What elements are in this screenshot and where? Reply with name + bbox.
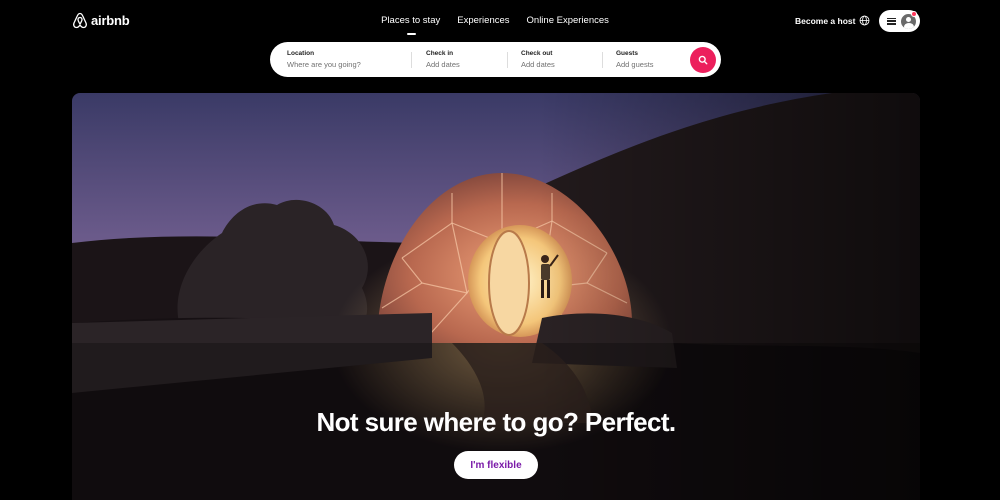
notification-dot xyxy=(911,11,917,17)
guests-input[interactable]: Add guests xyxy=(616,60,696,69)
location-field[interactable]: Location Where are you going? xyxy=(287,42,437,77)
hero-photo-dome-tent xyxy=(72,93,920,500)
check-in-field[interactable]: Check in Add dates xyxy=(426,42,511,77)
search-button[interactable] xyxy=(690,47,716,73)
search-divider xyxy=(507,52,508,68)
check-out-field[interactable]: Check out Add dates xyxy=(521,42,606,77)
search-divider xyxy=(602,52,603,68)
im-flexible-button[interactable]: I'm flexible xyxy=(454,451,538,479)
search-bar: Location Where are you going? Check in A… xyxy=(270,42,721,77)
hero-banner: Not sure where to go? Perfect. I'm flexi… xyxy=(72,93,920,500)
nav-online-experiences[interactable]: Online Experiences xyxy=(527,15,609,32)
globe-icon[interactable] xyxy=(859,15,870,26)
guests-label: Guests xyxy=(616,50,639,57)
hero-headline: Not sure where to go? Perfect. xyxy=(316,407,676,437)
location-label: Location xyxy=(287,50,315,57)
search-divider xyxy=(411,52,412,68)
check-out-input[interactable]: Add dates xyxy=(521,60,606,69)
guests-field[interactable]: Guests Add guests xyxy=(616,42,696,77)
check-in-input[interactable]: Add dates xyxy=(426,60,511,69)
nav-experiences[interactable]: Experiences xyxy=(457,15,509,32)
hamburger-icon xyxy=(887,17,896,25)
check-in-label: Check in xyxy=(426,50,454,57)
nav-places-to-stay[interactable]: Places to stay xyxy=(381,15,440,35)
top-header: airbnb Places to stay Experiences Online… xyxy=(0,0,1000,42)
become-host-link[interactable]: Become a host xyxy=(795,16,855,26)
location-input[interactable]: Where are you going? xyxy=(287,60,437,69)
check-out-label: Check out xyxy=(521,50,553,57)
search-icon xyxy=(698,55,708,65)
